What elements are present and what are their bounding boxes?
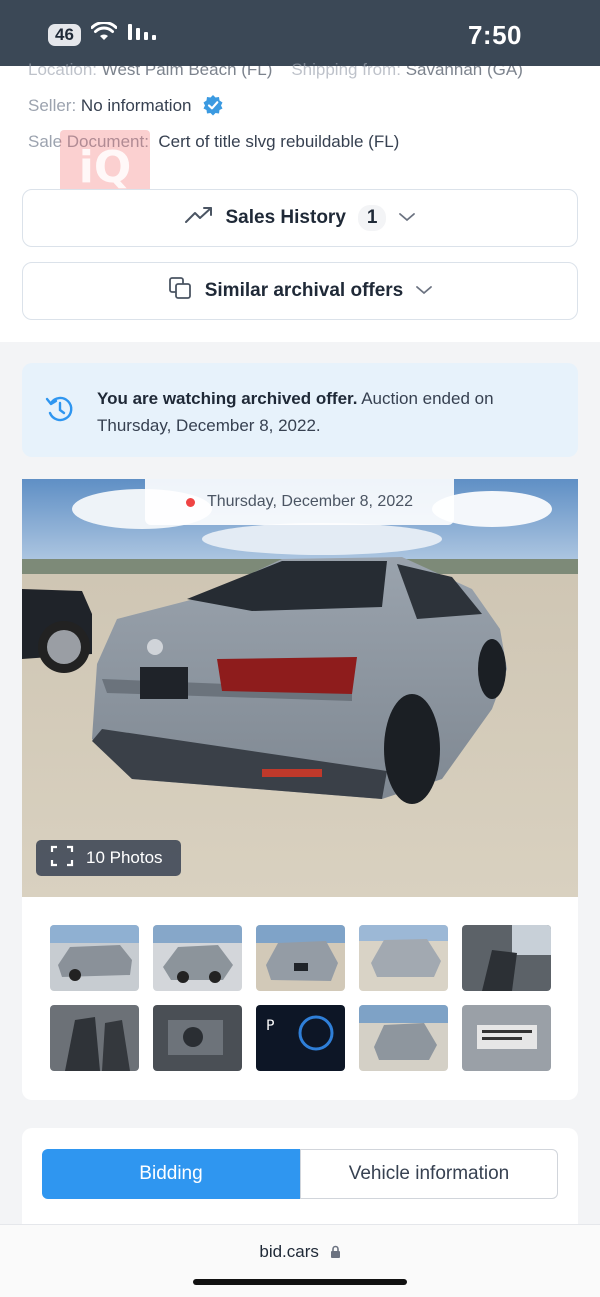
location-row: Location: West Palm Beach (FL) Shipping … [28,60,523,80]
vehicle-details-card: Location: West Palm Beach (FL) Shipping … [0,60,600,342]
browser-address-bar[interactable]: bid.cars [0,1224,600,1297]
signal-icon [127,22,159,47]
clock: 7:50 [467,20,522,50]
tab-vehicle-information[interactable]: Vehicle information [300,1149,558,1199]
thumbnail-6[interactable] [50,1005,139,1071]
svg-text:P: P [266,1018,274,1034]
sales-history-accordion[interactable]: Sales History 1 [22,189,578,247]
auction-date-chip: Thursday, December 8, 2022 [145,479,454,525]
similar-offers-label: Similar archival offers [204,280,404,301]
vehicle-photo-image [22,479,578,897]
status-bar: 46 7:50 [0,0,600,66]
live-dot-icon [185,497,195,507]
thumbnail-gallery: P [22,897,578,1100]
thumbnail-3[interactable] [256,925,345,991]
status-icons: 46 [48,21,159,47]
home-indicator[interactable] [193,1279,407,1285]
verified-badge-icon [202,94,224,116]
thumbnail-5[interactable] [462,925,551,991]
archived-offer-notice: You are watching archived offer. Auction… [22,363,578,457]
location-value: West Palm Beach (FL) [101,60,273,79]
lock-icon [330,1243,341,1263]
seller-value: No information [80,96,192,115]
thumbnail-8[interactable]: P [256,1005,345,1071]
network-badge: 46 [48,23,81,46]
seller-row: Seller: No information [28,94,224,116]
url-display[interactable]: bid.cars [0,1242,600,1263]
location-label: Location: [28,60,97,79]
similar-offers-accordion[interactable]: Similar archival offers [22,262,578,320]
photos-count-button[interactable]: 10 Photos [36,840,181,876]
sales-history-count: 1 [357,205,387,231]
seller-label: Seller: [28,96,77,115]
auction-date: Thursday, December 8, 2022 [206,493,414,510]
thumbnail-9[interactable] [359,1005,448,1071]
main-vehicle-photo[interactable]: Thursday, December 8, 2022 10 Photos [22,479,578,897]
shipping-label: Shipping from: [291,60,401,79]
archived-offer-bold: You are watching archived offer. [97,389,358,408]
sale-document-value: Cert of title slvg rebuildable (FL) [158,132,400,151]
wifi-icon [90,21,118,47]
thumbnail-7[interactable] [153,1005,242,1071]
bidding-tabs-card: Bidding Vehicle information [22,1128,578,1224]
history-icon [44,393,76,430]
trending-up-icon [184,205,214,231]
thumbnail-4[interactable] [359,925,448,991]
fullscreen-icon [50,845,74,872]
tab-bidding[interactable]: Bidding [42,1149,300,1199]
url-text: bid.cars [259,1242,319,1261]
chevron-down-icon [398,207,416,229]
sales-history-label: Sales History [225,207,346,228]
thumbnail-10[interactable] [462,1005,551,1071]
thumbnail-2[interactable] [153,925,242,991]
photos-count-label: 10 Photos [86,848,163,867]
chevron-down-icon [415,280,433,302]
archived-offer-message: You are watching archived offer. Auction… [97,385,537,439]
thumbnail-1[interactable] [50,925,139,991]
shipping-value: Savannah (GA) [405,60,523,79]
copy-icon [167,275,193,307]
